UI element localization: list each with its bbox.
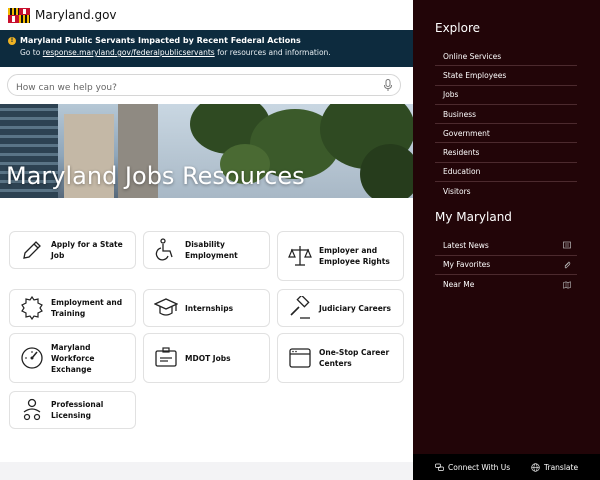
newspaper-icon	[563, 241, 571, 249]
menu-item-label: My Favorites	[443, 260, 491, 270]
menu-item-label: Jobs	[443, 90, 459, 100]
card-label: Professional Licensing	[51, 400, 104, 420]
card-label: Employer and Employee Rights	[319, 246, 390, 266]
panel-footer-bar: Connect With Us Translate	[413, 454, 600, 480]
wheelchair-icon	[155, 238, 173, 261]
menu-item-label: Visitors	[443, 187, 471, 197]
menu-item-label: Residents	[443, 148, 480, 158]
explore-item-residents[interactable]: Residents	[435, 143, 577, 163]
gavel-icon	[290, 296, 310, 319]
gauge-icon	[21, 347, 43, 369]
globe-icon	[531, 462, 540, 472]
card-label: Internships	[185, 303, 234, 313]
connect-label: Connect With Us	[448, 462, 511, 472]
scales-icon	[288, 246, 312, 266]
alert-banner: ! Maryland Public Servants Impacted by R…	[0, 30, 413, 67]
id-card-icon	[155, 347, 177, 367]
alert-circle-icon: !	[8, 36, 16, 45]
explore-menu: Online Services State Employees Jobs Bus…	[435, 47, 577, 201]
main-content: Maryland.gov ! Maryland Public Servants …	[0, 0, 413, 480]
explore-item-jobs[interactable]: Jobs	[435, 86, 577, 105]
maryland-flag-logo[interactable]	[8, 7, 30, 23]
explore-item-business[interactable]: Business	[435, 105, 577, 125]
alert-text-prefix: Go to	[20, 48, 41, 57]
alert-link[interactable]: response.maryland.gov/federalpublicserva…	[43, 48, 215, 57]
page-title: Maryland Jobs Resources	[6, 162, 305, 190]
site-header: Maryland.gov	[0, 0, 413, 30]
card-internships[interactable]: Internships	[143, 289, 270, 327]
menu-item-label: Education	[443, 167, 481, 177]
card-one-stop-career-centers[interactable]: One-Stop Career Centers	[277, 333, 404, 383]
explore-panel: Explore Online Services State Employees …	[413, 0, 600, 480]
pencil-icon	[23, 241, 41, 259]
translate-button[interactable]: Translate	[531, 463, 578, 472]
explore-item-state-employees[interactable]: State Employees	[435, 66, 577, 86]
menu-item-label: Online Services	[443, 51, 502, 61]
translate-label: Translate	[544, 462, 579, 472]
card-apply-state-job[interactable]: Apply for a State Job	[9, 231, 136, 269]
my-maryland-heading: My Maryland	[435, 210, 512, 224]
card-maryland-workforce-exchange[interactable]: Maryland Workforce Exchange	[9, 333, 136, 383]
menu-item-label: Latest News	[443, 240, 489, 250]
card-employment-training[interactable]: Employment and Training	[9, 289, 136, 327]
search-bar	[0, 67, 413, 104]
explore-item-online-services[interactable]: Online Services	[435, 47, 577, 67]
card-mdot-jobs[interactable]: MDOT Jobs	[143, 333, 270, 383]
alert-text-suffix: for resources and information.	[217, 48, 331, 57]
site-name[interactable]: Maryland.gov	[35, 8, 117, 22]
my-maryland-menu: Latest News My Favorites Near Me	[435, 236, 577, 295]
card-judiciary-careers[interactable]: Judiciary Careers	[277, 289, 404, 327]
card-label: Employment and Training	[51, 298, 123, 318]
card-employer-employee-rights[interactable]: Employer and Employee Rights	[277, 231, 404, 281]
card-label: MDOT Jobs	[185, 353, 231, 363]
graduation-cap-icon	[154, 298, 178, 316]
chat-bubbles-icon	[435, 463, 444, 471]
user-group-icon	[23, 398, 41, 421]
card-label: Disability Employment	[185, 240, 238, 260]
explore-heading: Explore	[435, 21, 481, 35]
menu-item-label: State Employees	[443, 70, 507, 80]
my-maryland-item-my-favorites[interactable]: My Favorites	[435, 256, 577, 275]
microphone-icon[interactable]	[383, 79, 393, 92]
alert-title: Maryland Public Servants Impacted by Rec…	[20, 36, 301, 45]
card-professional-licensing[interactable]: Professional Licensing	[9, 391, 136, 429]
hero-banner: Maryland Jobs Resources	[0, 104, 413, 198]
menu-item-label: Government	[443, 128, 490, 138]
card-label: Judiciary Careers	[319, 303, 391, 313]
card-label: Apply for a State Job	[51, 240, 123, 260]
card-disability-employment[interactable]: Disability Employment	[143, 231, 270, 269]
badge-icon	[21, 296, 43, 320]
browser-window-icon	[289, 348, 311, 368]
connect-with-us-button[interactable]: Connect With Us	[435, 463, 510, 472]
footer-strip	[0, 462, 413, 480]
search-box	[7, 74, 401, 98]
menu-item-label: Business	[443, 109, 477, 119]
card-label: One-Stop Career Centers	[319, 348, 390, 368]
paperclip-icon	[564, 261, 571, 269]
alert-message: Go to response.maryland.gov/federalpubli…	[8, 48, 405, 57]
search-input[interactable]	[8, 78, 368, 98]
explore-item-visitors[interactable]: Visitors	[435, 182, 577, 201]
explore-item-education[interactable]: Education	[435, 163, 577, 183]
map-icon	[563, 281, 571, 289]
menu-item-label: Near Me	[443, 280, 475, 290]
explore-item-government[interactable]: Government	[435, 124, 577, 144]
my-maryland-item-near-me[interactable]: Near Me	[435, 275, 577, 295]
card-label: Maryland Workforce Exchange	[51, 342, 95, 374]
my-maryland-item-latest-news[interactable]: Latest News	[435, 236, 577, 256]
